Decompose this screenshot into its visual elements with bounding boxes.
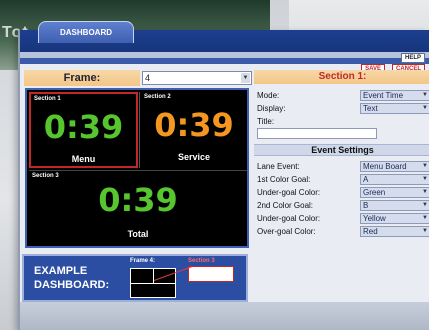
chevron-down-icon: ▼: [422, 228, 428, 234]
chevron-down-icon: ▼: [422, 189, 428, 195]
first-goal-row: 1st Color Goal: A ▼: [254, 174, 429, 186]
mode-dropdown[interactable]: Event Time ▼: [360, 90, 429, 101]
footer-band: [20, 302, 429, 330]
frame-dropdown[interactable]: 4 ▼: [142, 71, 252, 85]
section-3-label: Section 3: [32, 173, 59, 179]
event-settings-header: Event Settings: [254, 144, 429, 156]
section-2-name: Service: [177, 152, 211, 162]
chevron-down-icon: ▼: [422, 215, 428, 221]
section-3-panel[interactable]: Section 3 0:39 Total: [29, 170, 247, 244]
under-goal-1-row: Under-goal Color: Green ▼: [254, 187, 429, 199]
divider: [139, 92, 140, 168]
example-dashboard: EXAMPLE DASHBOARD: Frame 4: Section 3: [22, 254, 248, 302]
example-line-1: EXAMPLE: [34, 265, 88, 277]
section-2-label: Section 2: [144, 94, 171, 100]
lane-event-label: Lane Event:: [257, 162, 300, 171]
under-goal-2-row: Under-goal Color: Yellow ▼: [254, 213, 429, 225]
example-section-box: [188, 266, 234, 282]
chevron-down-icon: ▼: [422, 92, 428, 98]
second-goal-label: 2nd Color Goal:: [257, 201, 314, 210]
section-1-label: Section 1: [34, 96, 61, 102]
section-1-name: Menu: [71, 154, 96, 164]
first-goal-label: 1st Color Goal:: [257, 175, 311, 184]
display-label: Display:: [257, 104, 286, 113]
diagram-line: [131, 283, 175, 284]
example-frame-diagram: [130, 268, 176, 298]
chevron-down-icon: ▼: [422, 176, 428, 182]
under-goal-1-value: Green: [363, 188, 386, 197]
first-goal-dropdown[interactable]: A ▼: [360, 174, 429, 185]
section-2-time: 0:39: [154, 106, 234, 144]
chevron-down-icon[interactable]: ▼: [241, 73, 250, 83]
chevron-down-icon: ▼: [422, 105, 428, 111]
frame-dropdown-value: 4: [145, 73, 151, 83]
under-goal-2-label: Under-goal Color:: [257, 214, 321, 223]
frame-selector: Frame: 4 ▼: [24, 70, 254, 86]
chevron-down-icon: ▼: [422, 163, 428, 169]
settings-panel: Section 1: Mode: Event Time ▼ Display: Te…: [254, 70, 429, 290]
tab-dashboard[interactable]: DASHBOARD: [38, 21, 134, 43]
section-1-panel[interactable]: Section 1 0:39 Menu: [29, 92, 138, 168]
mode-value: Event Time: [363, 91, 404, 100]
display-dropdown[interactable]: Text ▼: [360, 103, 429, 114]
section-3-time: 0:39: [98, 181, 178, 219]
example-text: EXAMPLE DASHBOARD:: [34, 264, 109, 292]
help-button[interactable]: HELP: [400, 53, 425, 63]
display-value: Text: [363, 104, 378, 113]
over-goal-value: Red: [363, 227, 378, 236]
chevron-down-icon: ▼: [422, 202, 428, 208]
over-goal-dropdown[interactable]: Red ▼: [360, 226, 429, 237]
example-line-2: DASHBOARD:: [34, 279, 110, 291]
section-2-panel[interactable]: Section 2 0:39 Service: [141, 92, 247, 168]
title-row: Title:: [254, 116, 429, 128]
app-window: DASHBOARD HELP SAVE CANCEL Frame: 4 ▼ Se…: [18, 21, 429, 330]
under-goal-1-label: Under-goal Color:: [257, 188, 321, 197]
section-1-time: 0:39: [43, 108, 124, 146]
frame-label: Frame:: [24, 70, 140, 86]
under-goal-2-value: Yellow: [363, 214, 386, 223]
title-input[interactable]: [257, 128, 377, 139]
dashboard-preview: Section 1 0:39 Menu Section 2 0:39 Servi…: [25, 88, 249, 248]
lane-event-row: Lane Event: Menu Board ▼: [254, 161, 429, 173]
settings-section-title: Section 1:: [254, 70, 429, 84]
over-goal-label: Over-goal Color:: [257, 227, 316, 236]
title-bar: DASHBOARD: [20, 21, 429, 52]
lane-event-value: Menu Board: [363, 162, 407, 171]
example-frame-label: Frame 4:: [130, 258, 156, 264]
second-goal-dropdown[interactable]: B ▼: [360, 200, 429, 211]
display-row: Display: Text ▼: [254, 103, 429, 115]
over-goal-row: Over-goal Color: Red ▼: [254, 226, 429, 238]
second-goal-value: B: [363, 201, 369, 210]
mode-row: Mode: Event Time ▼: [254, 90, 429, 102]
section-3-name: Total: [127, 229, 149, 239]
mode-label: Mode:: [257, 91, 280, 100]
under-goal-1-dropdown[interactable]: Green ▼: [360, 187, 429, 198]
second-goal-row: 2nd Color Goal: B ▼: [254, 200, 429, 212]
title-label: Title:: [257, 117, 275, 126]
example-section-label: Section 3: [188, 258, 215, 264]
lane-event-dropdown[interactable]: Menu Board ▼: [360, 161, 429, 172]
under-goal-2-dropdown[interactable]: Yellow ▼: [360, 213, 429, 224]
first-goal-value: A: [363, 175, 369, 184]
